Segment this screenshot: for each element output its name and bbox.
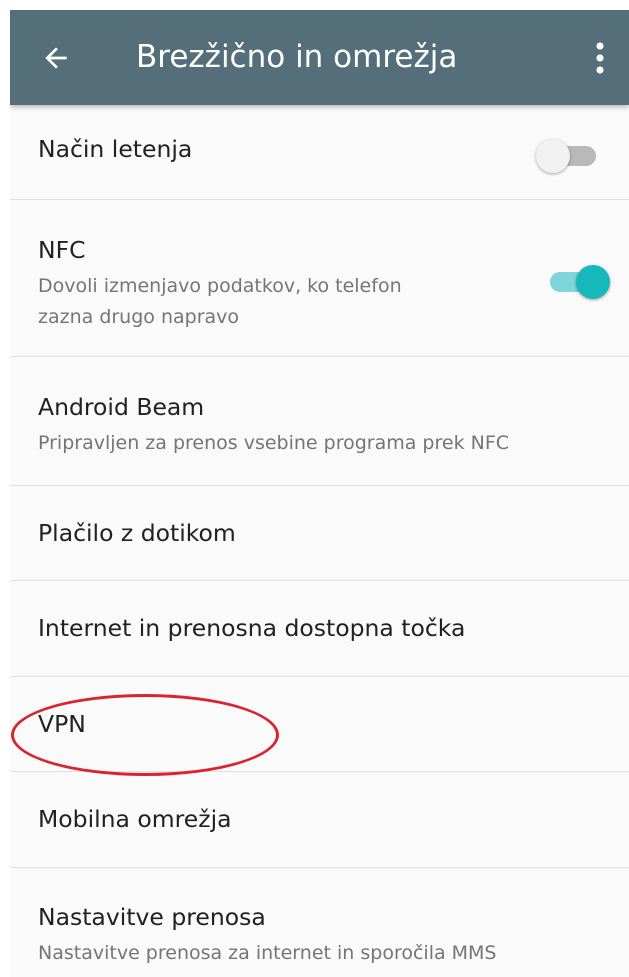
setting-title: Android Beam bbox=[38, 393, 205, 421]
settings-list: Način letenja NFC Dovoli izmenjavo podat… bbox=[10, 105, 629, 977]
setting-android-beam[interactable]: Android Beam Pripravljen za prenos vsebi… bbox=[10, 357, 629, 486]
setting-summary: Pripravljen za prenos vsebine programa p… bbox=[38, 432, 510, 454]
settings-screen: Brezžično in omrežja Način letenja NFC D… bbox=[10, 10, 629, 977]
setting-hotspot[interactable]: Internet in prenosna dostopna točka bbox=[10, 581, 629, 677]
setting-title: Mobilna omrežja bbox=[38, 805, 232, 833]
setting-title: VPN bbox=[38, 710, 86, 738]
setting-nfc[interactable]: NFC Dovoli izmenjavo podatkov, ko telefo… bbox=[10, 200, 629, 357]
setting-vpn[interactable]: VPN bbox=[10, 677, 629, 772]
setting-title: Plačilo z dotikom bbox=[38, 519, 236, 547]
switch-thumb bbox=[536, 139, 570, 173]
more-options-button[interactable] bbox=[582, 32, 618, 84]
setting-title: Internet in prenosna dostopna točka bbox=[38, 614, 466, 642]
page-title: Brezžično in omrežja bbox=[136, 39, 458, 75]
back-button[interactable] bbox=[30, 32, 82, 84]
app-bar: Brezžično in omrežja bbox=[10, 10, 629, 105]
setting-summary-line2: zazna drugo napravo bbox=[38, 306, 240, 328]
setting-airplane-mode[interactable]: Način letenja bbox=[10, 105, 629, 200]
setting-summary-line1: Dovoli izmenjavo podatkov, ko telefon bbox=[38, 275, 402, 297]
setting-title: Nastavitve prenosa bbox=[38, 903, 266, 931]
setting-title: NFC bbox=[38, 236, 86, 264]
airplane-mode-switch[interactable] bbox=[536, 133, 598, 173]
nfc-switch[interactable] bbox=[550, 259, 612, 299]
switch-thumb bbox=[576, 265, 610, 299]
setting-summary: Nastavitve prenosa za internet in sporoč… bbox=[38, 942, 497, 964]
setting-tap-and-pay[interactable]: Plačilo z dotikom bbox=[10, 486, 629, 581]
setting-transfer-settings[interactable]: Nastavitve prenosa Nastavitve prenosa za… bbox=[10, 868, 629, 977]
arrow-left-icon bbox=[45, 47, 67, 69]
setting-mobile-networks[interactable]: Mobilna omrežja bbox=[10, 772, 629, 868]
more-vertical-icon bbox=[596, 42, 604, 74]
setting-title: Način letenja bbox=[38, 135, 193, 163]
